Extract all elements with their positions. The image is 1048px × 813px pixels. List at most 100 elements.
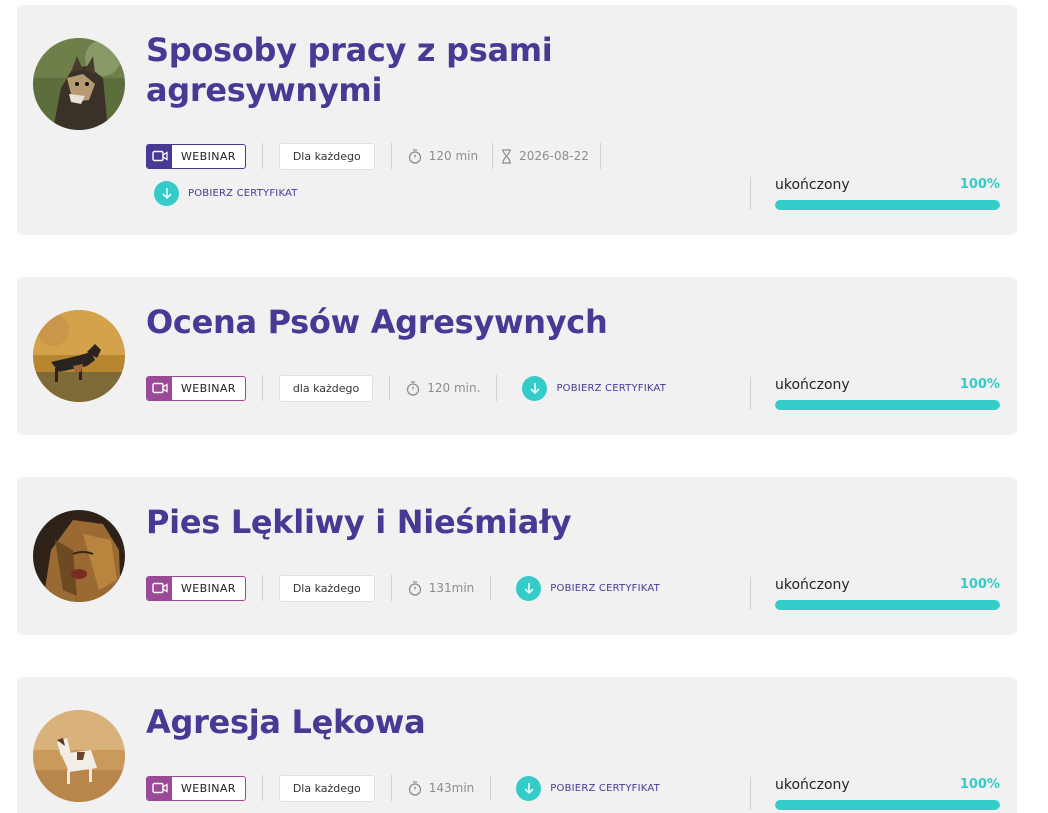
status-label: ukończony (775, 177, 850, 193)
divider (492, 143, 494, 169)
divider (390, 775, 392, 801)
divider (599, 143, 601, 169)
download-arrow-icon (154, 181, 179, 206)
status-label: ukończony (775, 577, 850, 593)
webinar-badge: WEBINAR (146, 143, 246, 169)
audience-tag: Dla każdego (278, 774, 375, 802)
divider (750, 777, 751, 810)
download-certificate-button[interactable]: POBIERZ CERTYFIKAT (516, 775, 660, 801)
progress-percent: 100% (959, 377, 1000, 392)
duration-info: 120 min (408, 148, 479, 164)
badge-label: WEBINAR (181, 149, 236, 163)
course-meta: WEBINAR dla każdego 120 min. POBIERZ CER… (146, 374, 667, 402)
divider (750, 177, 751, 210)
download-arrow-icon (522, 375, 548, 401)
cert-label: POBIERZ CERTYFIKAT (556, 382, 667, 394)
course-title[interactable]: Ocena Psów Agresywnych (146, 302, 608, 342)
divider (390, 143, 392, 169)
divider (261, 775, 263, 801)
divider (496, 375, 498, 401)
course-title[interactable]: Agresja Lękowa (146, 702, 426, 742)
course-thumbnail[interactable] (33, 310, 125, 402)
progress-fill (775, 400, 1000, 410)
duration-info: 143min (408, 780, 475, 796)
progress-fill (775, 800, 1000, 810)
download-certificate-button[interactable]: POBIERZ CERTYFIKAT (516, 575, 660, 601)
download-certificate-button[interactable]: POBIERZ CERTYFIKAT (154, 181, 298, 206)
video-camera-icon (147, 376, 172, 400)
course-title[interactable]: Sposoby pracy z psami agresywnymi (146, 30, 553, 110)
date-text: 2026-08-22 (519, 149, 589, 163)
date-info: 2026-08-22 (501, 148, 589, 164)
dog-photo-image (33, 38, 125, 130)
progress-percent: 100% (959, 177, 1000, 192)
progress-bar (775, 800, 1000, 810)
status-label: ukończony (775, 377, 850, 393)
cert-label: POBIERZ CERTYFIKAT (550, 582, 660, 594)
webinar-badge: WEBINAR (146, 775, 246, 801)
progress-section: ukończony 100% (750, 577, 1000, 610)
course-title[interactable]: Pies Lękliwy i Nieśmiały (146, 502, 572, 542)
course-meta: WEBINAR Dla każdego 143min POBIERZ CERTY… (146, 774, 660, 802)
progress-section: ukończony 100% (750, 377, 1000, 410)
video-camera-icon (147, 144, 172, 168)
video-camera-icon (147, 576, 172, 600)
dog-photo-image (33, 710, 125, 802)
stopwatch-icon (408, 580, 421, 596)
duration-info: 120 min. (406, 380, 481, 396)
divider (390, 575, 392, 601)
download-arrow-icon (516, 775, 542, 801)
divider (750, 577, 751, 610)
download-arrow-icon (516, 575, 542, 601)
status-label: ukończony (775, 777, 850, 793)
divider (490, 775, 492, 801)
divider (261, 575, 263, 601)
course-card[interactable]: Sposoby pracy z psami agresywnymi WEBINA… (17, 5, 1017, 235)
divider (261, 143, 263, 169)
dog-photo-image (33, 310, 125, 402)
duration-text: 143min (428, 781, 475, 795)
course-meta: WEBINAR Dla każdego 120 min 2026-08-22 (146, 142, 601, 170)
webinar-badge: WEBINAR (146, 375, 246, 401)
audience-tag: dla każdego (278, 374, 374, 402)
duration-text: 120 min (428, 149, 479, 163)
progress-bar (775, 200, 1000, 210)
stopwatch-icon (408, 780, 421, 796)
divider (490, 575, 492, 601)
progress-bar (775, 400, 1000, 410)
duration-text: 131min (428, 581, 475, 595)
hourglass-icon (502, 148, 512, 164)
webinar-badge: WEBINAR (146, 575, 246, 601)
course-card[interactable]: Ocena Psów Agresywnych WEBINAR dla każde… (17, 277, 1017, 435)
progress-section: ukończony 100% (750, 777, 1000, 810)
progress-fill (775, 600, 1000, 610)
course-card[interactable]: Pies Lękliwy i Nieśmiały WEBINAR Dla każ… (17, 477, 1017, 635)
audience-tag: Dla każdego (278, 574, 375, 602)
course-thumbnail[interactable] (33, 510, 125, 602)
divider (261, 375, 263, 401)
course-card[interactable]: Agresja Lękowa WEBINAR Dla każdego 143mi… (17, 677, 1017, 813)
stopwatch-icon (407, 380, 420, 396)
stopwatch-icon (408, 148, 421, 164)
progress-percent: 100% (959, 777, 1000, 792)
badge-label: WEBINAR (181, 781, 236, 795)
duration-info: 131min (408, 580, 475, 596)
audience-tag: Dla każdego (278, 142, 375, 170)
course-thumbnail[interactable] (33, 38, 125, 130)
video-camera-icon (147, 776, 172, 800)
progress-percent: 100% (959, 577, 1000, 592)
progress-fill (775, 200, 1000, 210)
course-thumbnail[interactable] (33, 710, 125, 802)
progress-bar (775, 600, 1000, 610)
cert-label: POBIERZ CERTYFIKAT (550, 782, 660, 794)
badge-label: WEBINAR (181, 581, 236, 595)
download-certificate-button[interactable]: POBIERZ CERTYFIKAT (522, 375, 667, 401)
divider (750, 377, 751, 410)
progress-section: ukończony 100% (750, 177, 1000, 210)
duration-text: 120 min. (427, 381, 481, 395)
divider (389, 375, 391, 401)
cert-label: POBIERZ CERTYFIKAT (188, 188, 298, 199)
dog-photo-image (33, 510, 125, 602)
badge-label: WEBINAR (181, 381, 236, 395)
course-meta: WEBINAR Dla każdego 131min POBIERZ CERTY… (146, 574, 660, 602)
